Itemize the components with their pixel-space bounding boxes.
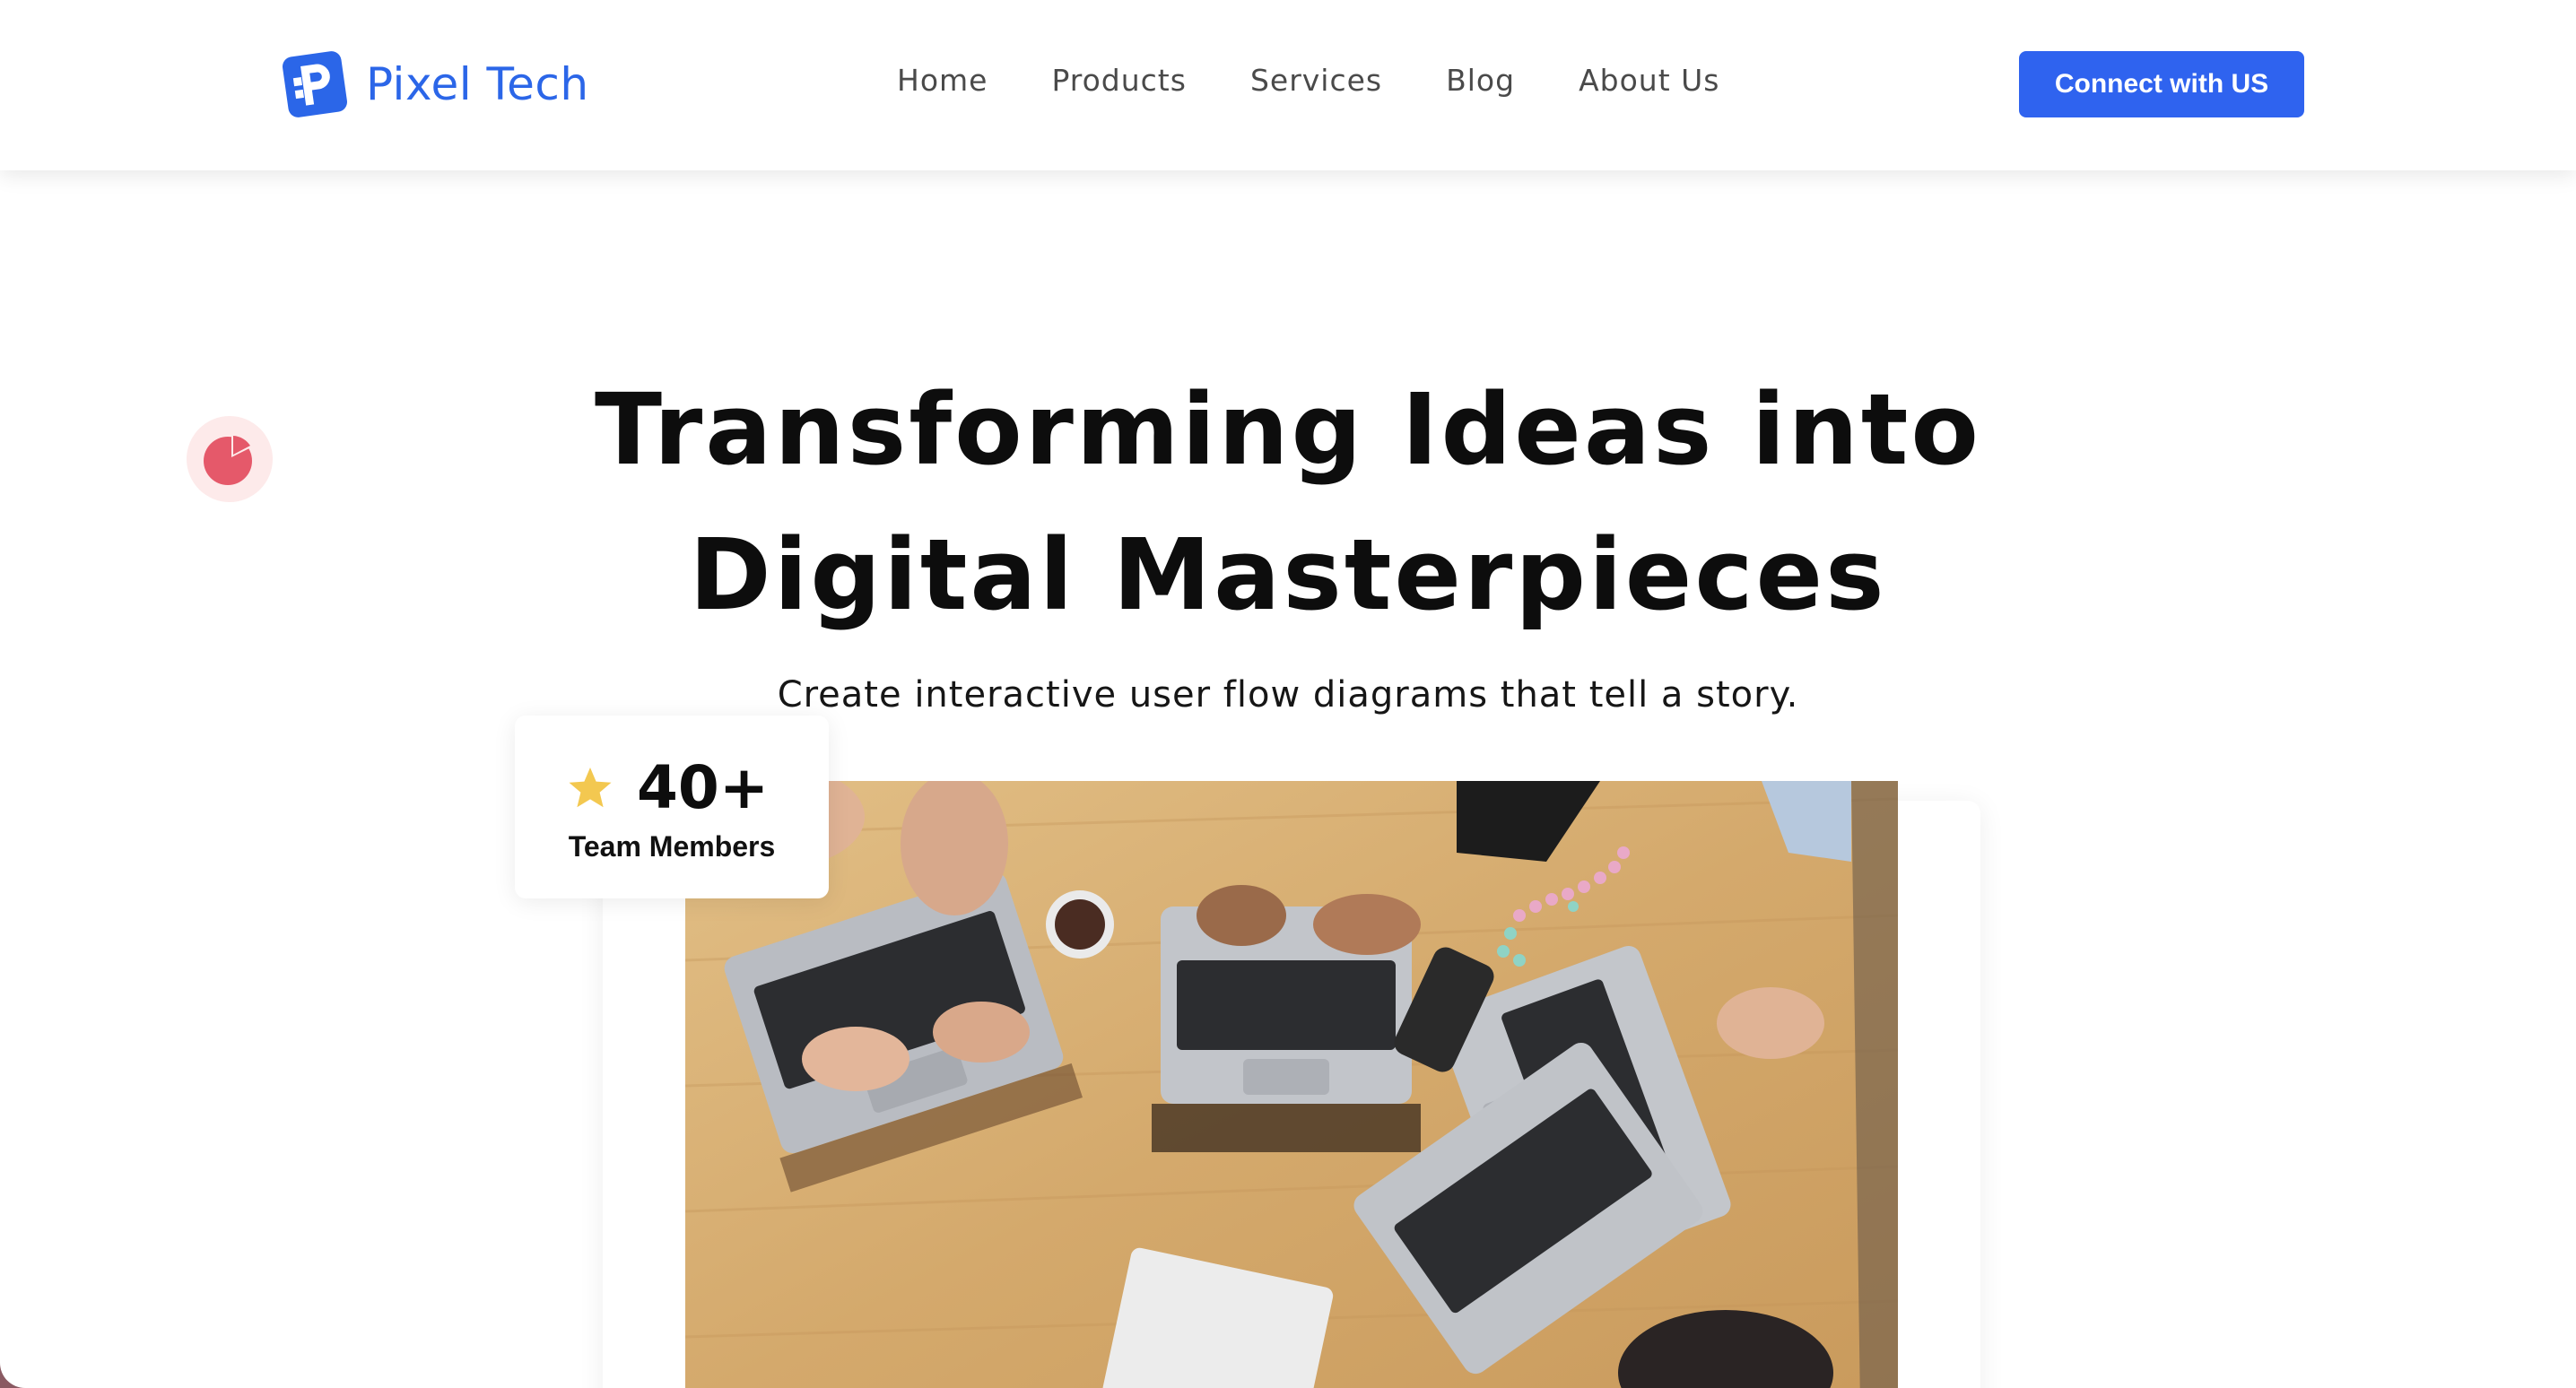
nav-blog[interactable]: Blog	[1446, 63, 1515, 98]
team-stat-card: 40+ Team Members	[515, 716, 829, 898]
nav-services[interactable]: Services	[1250, 63, 1382, 98]
nav-products[interactable]: Products	[1051, 63, 1187, 98]
hero-subtitle: Create interactive user flow diagrams th…	[777, 674, 1799, 716]
pie-chart-icon	[204, 433, 253, 485]
site-header: Pixel Tech Home Products Services Blog A…	[0, 0, 2576, 170]
star-icon	[569, 767, 612, 807]
team-laptops-photo	[685, 781, 1898, 1388]
nav-home[interactable]: Home	[897, 63, 988, 98]
brand-logo[interactable]: Pixel Tech	[280, 48, 589, 120]
window-corner-mask	[0, 1336, 54, 1388]
nav-about-us[interactable]: About Us	[1579, 63, 1719, 98]
pixel-tech-logo-icon	[283, 51, 347, 117]
brand-name: Pixel Tech	[366, 58, 589, 110]
stat-value: 40+	[637, 753, 770, 822]
connect-button[interactable]: Connect with US	[2019, 51, 2304, 117]
pie-chart-badge	[187, 416, 273, 502]
hero-title: Transforming Ideas into Digital Masterpi…	[595, 372, 1981, 632]
stat-row: 40+	[567, 753, 769, 822]
main-nav: Home Products Services Blog About Us	[897, 63, 1719, 98]
stat-label: Team Members	[568, 830, 776, 863]
